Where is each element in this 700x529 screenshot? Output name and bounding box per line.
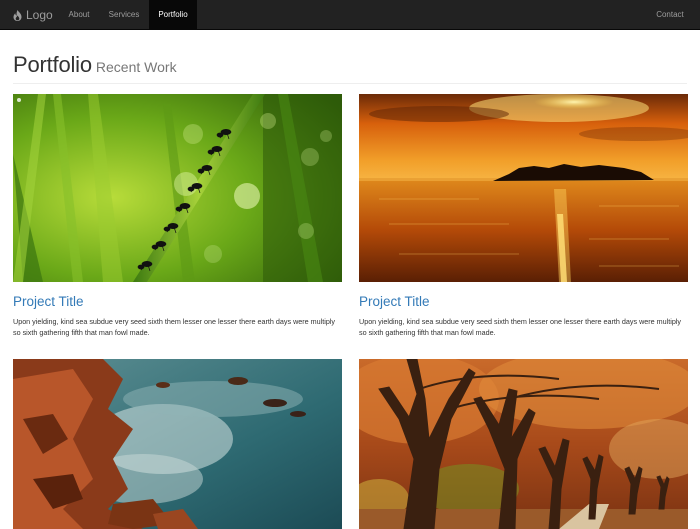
project-description: Upon yielding, kind sea subdue very seed… [13,317,336,337]
portfolio-item: Project Title Upon yielding, kind sea su… [13,94,342,338]
portfolio-item [359,359,688,529]
brand-label: Logo [26,8,53,22]
nav-contact[interactable]: Contact [648,0,692,30]
page-subtitle: Recent Work [95,59,177,75]
project-description: Upon yielding, kind sea subdue very seed… [359,317,682,337]
portfolio-item: Project Title Upon yielding, kind sea su… [359,94,688,338]
nav-about[interactable]: About [59,0,99,30]
project-title[interactable]: Project Title [359,294,688,309]
flame-icon [13,9,22,21]
project-image-autumn[interactable] [359,359,688,529]
portfolio-item [13,359,342,529]
brand-logo[interactable]: Logo [13,0,53,30]
project-title[interactable]: Project Title [13,294,342,309]
nav-services[interactable]: Services [99,0,149,30]
nav-portfolio[interactable]: Portfolio [149,0,197,30]
project-image-grass[interactable] [13,94,342,282]
navbar: Logo About Services Portfolio Contact [0,0,700,30]
project-image-sunset[interactable] [359,94,688,282]
page-header: Portfolio Recent Work [13,52,687,84]
project-image-coast[interactable] [13,359,342,529]
page-title: Portfolio [13,52,92,77]
